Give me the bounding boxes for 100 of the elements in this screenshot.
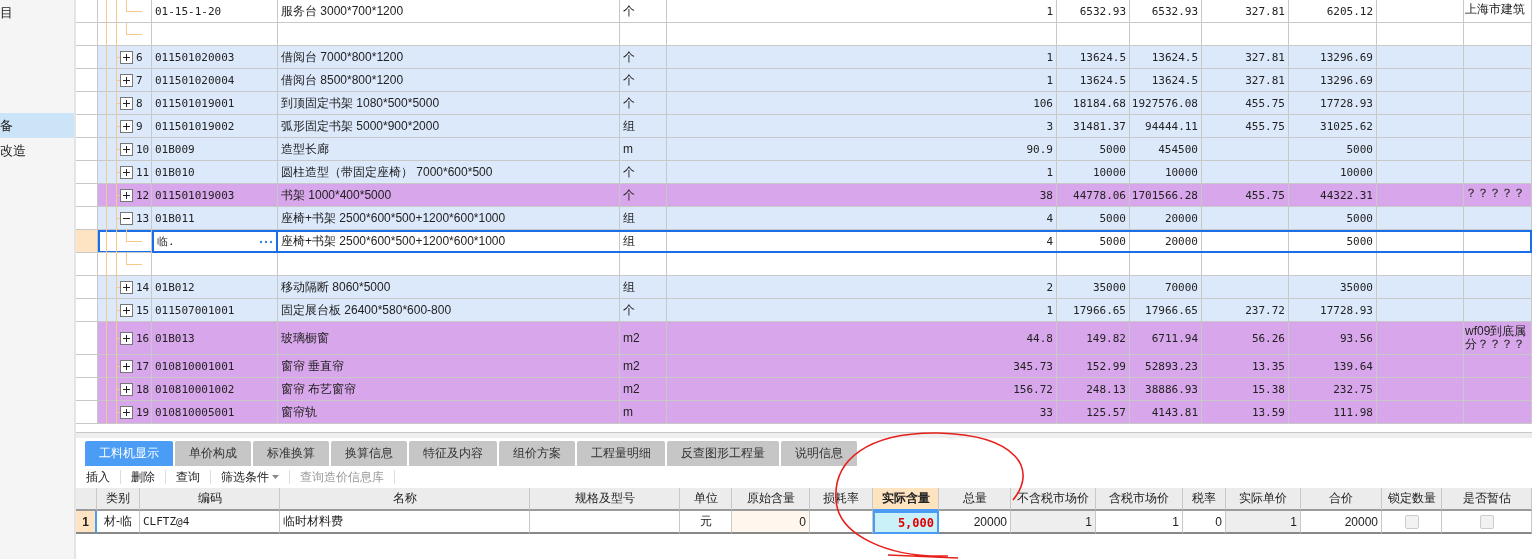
button-label: 插入 xyxy=(86,470,110,484)
table-row[interactable]: 临. 座椅+书架 2500*600*500+1200*600*1000 组 4 5000 20000 5000 xyxy=(76,230,1532,253)
tab[interactable]: 换算信息 xyxy=(331,441,407,466)
tab[interactable]: 说明信息 xyxy=(781,441,857,466)
toolbar-button[interactable]: 插入 xyxy=(86,470,121,484)
tab[interactable]: 标准换算 xyxy=(253,441,329,466)
tab[interactable]: 特征及内容 xyxy=(409,441,497,466)
tab[interactable]: 组价方案 xyxy=(499,441,575,466)
table-cell: 20000 xyxy=(1130,207,1202,230)
column-header[interactable]: 是否暂估 xyxy=(1442,488,1532,511)
row-header[interactable] xyxy=(76,230,98,253)
table-row[interactable]: 14 01B012 移动隔断 8060*5000 组 2 35000 70000 35000 xyxy=(76,276,1532,299)
checkbox[interactable] xyxy=(1404,514,1419,529)
button-label: 删除 xyxy=(131,470,155,484)
table-cell: 0 xyxy=(1183,511,1226,534)
row-header[interactable] xyxy=(76,401,98,424)
checkbox[interactable] xyxy=(1479,514,1494,529)
column-header[interactable]: 税率 xyxy=(1183,488,1226,511)
table-cell: 座椅+书架 2500*600*500+1200*600*1000 xyxy=(278,207,620,230)
plus-icon[interactable] xyxy=(120,188,133,202)
table-cell: 4143.81 xyxy=(1130,401,1202,424)
plus-icon[interactable] xyxy=(120,405,133,419)
column-header[interactable]: 合价 xyxy=(1301,488,1382,511)
row-header[interactable] xyxy=(76,46,98,69)
table-row[interactable]: 18 010810001002 窗帘 布艺窗帘 m2 156.72 248.13 38886.93 15.38 232.75 xyxy=(76,378,1532,401)
button-label: 查询 xyxy=(176,470,200,484)
table-cell: m xyxy=(620,401,667,424)
row-number: 11 xyxy=(136,165,150,179)
column-header[interactable]: 实际单价 xyxy=(1226,488,1301,511)
plus-icon[interactable] xyxy=(120,303,133,317)
plus-icon[interactable] xyxy=(120,382,133,396)
row-number: 9 xyxy=(136,119,143,133)
toolbar-button[interactable]: 删除 xyxy=(131,470,166,484)
column-header[interactable]: 类别 xyxy=(97,488,140,511)
toolbar-button[interactable]: 筛选条件 xyxy=(221,470,290,484)
row-header[interactable] xyxy=(76,23,98,46)
table-row[interactable]: 6 011501020003 借阅台 7000*800*1200 个 1 13624.5 13624.5 327.81 13296.69 xyxy=(76,46,1532,69)
sidebar-item[interactable]: 备 xyxy=(0,113,74,138)
row-header[interactable] xyxy=(76,69,98,92)
table-row[interactable]: 13 01B011 座椅+书架 2500*600*500+1200*600*1000 组 4 5000 20000 5000 xyxy=(76,207,1532,230)
row-number: 12 xyxy=(136,188,150,202)
plus-icon[interactable] xyxy=(120,165,133,179)
more-icon[interactable] xyxy=(259,239,273,244)
plus-icon[interactable] xyxy=(120,280,133,294)
column-header[interactable]: 含税市场价 xyxy=(1096,488,1183,511)
sidebar-item[interactable]: 改造 xyxy=(0,138,74,163)
column-header[interactable]: 名称 xyxy=(280,488,530,511)
row-header[interactable] xyxy=(76,355,98,378)
row-header[interactable] xyxy=(76,161,98,184)
column-header[interactable]: 锁定数量 xyxy=(1382,488,1442,511)
plus-icon[interactable] xyxy=(120,359,133,373)
table-row[interactable]: 01-15-1-20 服务台 3000*700*1200 个 1 6532.93 6532.93 327.81 6205.12 上海市建筑 xyxy=(76,0,1532,23)
plus-icon[interactable] xyxy=(120,142,133,156)
table-row[interactable]: 17 010810001001 窗帘 垂直帘 m2 345.73 152.99 52893.23 13.35 139.64 xyxy=(76,355,1532,378)
tab[interactable]: 工程量明细 xyxy=(577,441,665,466)
table-row[interactable]: 16 01B013 玻璃橱窗 m2 44.8 149.82 6711.94 56.26 93.56 wf09到底属分？？？？ xyxy=(76,322,1532,355)
plus-icon[interactable] xyxy=(120,96,133,110)
row-number: 1 xyxy=(76,511,97,534)
row-number: 16 xyxy=(136,331,150,345)
minus-icon[interactable] xyxy=(120,211,133,225)
toolbar-button[interactable]: 查询 xyxy=(176,470,211,484)
column-header[interactable]: 总量 xyxy=(939,488,1011,511)
tab[interactable]: 单价构成 xyxy=(175,441,251,466)
table-row[interactable]: 19 010810005001 窗帘轨 m 33 125.57 4143.81 13.59 111.98 xyxy=(76,401,1532,424)
row-header[interactable] xyxy=(76,299,98,322)
column-header[interactable]: 不含税市场价 xyxy=(1011,488,1096,511)
table-row[interactable]: 8 011501019001 到顶固定书架 1080*500*5000 个 106 18184.68 1927576.08 455.75 17728.93 xyxy=(76,92,1532,115)
table-cell: 5000 xyxy=(1289,207,1377,230)
row-number: 7 xyxy=(136,73,143,87)
row-header[interactable] xyxy=(76,92,98,115)
table-row[interactable]: 15 011507001001 固定展台板 26400*580*600-800 个 1 17966.65 17966.65 237.72 17728.93 xyxy=(76,299,1532,322)
table-cell: 5000 xyxy=(1057,207,1130,230)
plus-icon[interactable] xyxy=(120,50,133,64)
row-header[interactable] xyxy=(76,138,98,161)
column-header[interactable]: 规格及型号 xyxy=(530,488,680,511)
table-cell: 1 xyxy=(1226,511,1301,534)
column-header[interactable]: 单位 xyxy=(680,488,732,511)
table-cell: CLFTZ@4 xyxy=(140,511,280,534)
table-row[interactable]: 9 011501019002 弧形固定书架 5000*900*2000 组 3 31481.37 94444.11 455.75 31025.62 xyxy=(76,115,1532,138)
row-header[interactable] xyxy=(76,184,98,207)
row-header[interactable] xyxy=(76,253,98,276)
column-header[interactable]: 原始含量 xyxy=(732,488,810,511)
plus-icon[interactable] xyxy=(120,73,133,87)
table-row[interactable]: 10 01B009 造型长廊 m 90.9 5000 454500 5000 xyxy=(76,138,1532,161)
sidebar-item[interactable]: 目 xyxy=(0,0,74,25)
row-header[interactable] xyxy=(76,207,98,230)
column-header[interactable]: 编码 xyxy=(140,488,280,511)
table-cell: 20000 xyxy=(939,511,1011,534)
plus-icon[interactable] xyxy=(120,119,133,133)
table-row[interactable]: 12 011501019003 书架 1000*400*5000 个 38 44778.06 1701566.28 455.75 44322.31 ？？？？？ xyxy=(76,184,1532,207)
table-row[interactable]: 7 011501020004 借阅台 8500*800*1200 个 1 13624.5 13624.5 327.81 13296.69 xyxy=(76,69,1532,92)
row-header[interactable] xyxy=(76,322,98,355)
table-row[interactable]: 11 01B010 圆柱造型（带固定座椅） 7000*600*500 个 1 10000 10000 10000 xyxy=(76,161,1532,184)
row-header[interactable] xyxy=(76,115,98,138)
plus-icon[interactable] xyxy=(120,331,133,345)
row-header[interactable] xyxy=(76,276,98,299)
row-header[interactable] xyxy=(76,0,98,23)
row-header[interactable] xyxy=(76,378,98,401)
tab[interactable]: 反查图形工程量 xyxy=(667,441,779,466)
column-header[interactable]: 实际含量 xyxy=(873,488,939,511)
